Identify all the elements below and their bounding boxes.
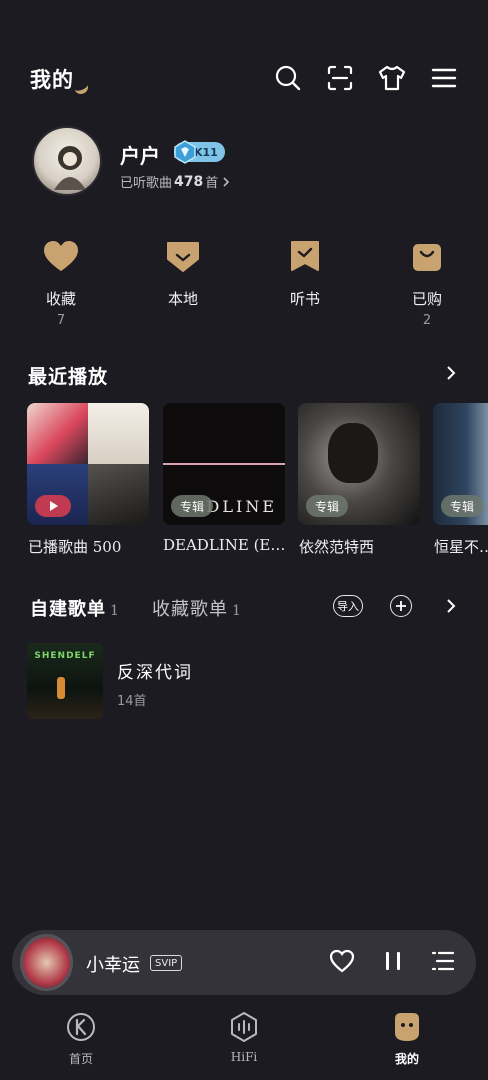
nav-hifi[interactable]: HiFi (204, 1010, 284, 1064)
shirt-icon[interactable] (376, 62, 408, 94)
album-tag: 专辑 (171, 495, 214, 517)
recent-label: 依然范特西 (299, 538, 375, 556)
svip-badge: SVIP (150, 955, 183, 971)
username[interactable]: 户户 (120, 140, 160, 169)
quick-label: 本地 (167, 290, 198, 308)
plus-icon (396, 601, 406, 611)
add-playlist-button[interactable] (390, 595, 412, 617)
playlist-queue-icon[interactable] (428, 946, 458, 976)
quick-local[interactable]: 本地 (143, 238, 223, 313)
search-icon[interactable] (272, 62, 304, 94)
nav-label: 首页 (68, 1052, 93, 1066)
title-decoration (72, 78, 90, 96)
quick-count: 7 (56, 313, 66, 328)
playlist-cover[interactable]: SHENDELF (27, 643, 103, 719)
nav-label: HiFi (230, 1050, 258, 1064)
album-tag: 专辑 (306, 495, 349, 517)
tab-count: 1 (110, 603, 120, 619)
tab-collected-playlists[interactable]: 收藏歌单 1 (152, 595, 242, 621)
import-button[interactable]: 导入 (333, 595, 363, 617)
recent-card-star[interactable]: 专辑 (433, 403, 488, 525)
recent-label: DEADLINE (E… (163, 536, 286, 554)
recent-card-fantasy[interactable]: 专辑 (298, 403, 420, 525)
avatar[interactable] (32, 126, 102, 196)
level-gem-icon (174, 140, 196, 164)
tab-label: 收藏歌单 (152, 599, 228, 620)
quick-audiobooks[interactable]: 听书 (265, 238, 345, 313)
recent-card-played[interactable] (27, 403, 149, 525)
recent-more-chevron-icon[interactable] (443, 365, 459, 381)
download-icon (163, 238, 203, 274)
playlists-more-chevron-icon[interactable] (443, 598, 459, 614)
pause-icon[interactable] (378, 946, 408, 976)
favorite-heart-icon[interactable] (327, 946, 357, 976)
tab-count: 1 (232, 603, 242, 619)
heard-suffix: 首 (205, 176, 219, 191)
quick-favorites[interactable]: 收藏 7 (21, 238, 101, 328)
heard-songs-link[interactable]: 已听歌曲 478 首 (120, 172, 232, 191)
recent-label: 恒星不… (434, 538, 488, 556)
nav-mine[interactable]: 我的 (367, 1010, 447, 1067)
now-playing-title[interactable]: 小幸运 (86, 951, 140, 977)
chevron-right-icon (223, 176, 230, 187)
quick-label: 收藏 (45, 290, 76, 308)
heart-icon (41, 238, 81, 274)
tab-label: 自建歌单 (30, 599, 106, 620)
tab-created-playlists[interactable]: 自建歌单 1 (30, 595, 120, 621)
recent-card-deadline[interactable]: DLINE 专辑 (163, 403, 285, 525)
quick-purchased[interactable]: 已购 2 (387, 238, 467, 328)
heard-prefix: 已听歌曲 (120, 176, 173, 191)
scan-icon[interactable] (324, 62, 356, 94)
nav-home[interactable]: 首页 (41, 1010, 121, 1067)
page-title: 我的 (30, 67, 74, 92)
bookmark-icon (285, 238, 325, 274)
quick-label: 已购 (411, 290, 442, 308)
now-playing-cover[interactable] (20, 934, 73, 991)
nav-label: 我的 (394, 1052, 419, 1066)
quick-label: 听书 (289, 290, 320, 308)
hifi-icon (227, 1010, 261, 1044)
album-tag: 专辑 (441, 495, 484, 517)
menu-icon[interactable] (428, 62, 460, 94)
recent-label: 已播歌曲 500 (28, 538, 122, 556)
heard-count: 478 (174, 173, 204, 190)
quick-count: 2 (422, 313, 432, 328)
k-logo-icon (64, 1010, 98, 1044)
recent-title: 最近播放 (28, 366, 109, 388)
playlist-name[interactable]: 反深代词 (117, 658, 193, 683)
level-text: K11 (194, 145, 218, 159)
playlist-count: 14首 (117, 694, 147, 709)
cover-text: SHENDELF (34, 651, 96, 661)
profile-face-icon (390, 1010, 424, 1044)
bag-icon (407, 238, 447, 274)
play-icon (35, 495, 71, 517)
level-badge[interactable]: K11 (174, 140, 225, 164)
